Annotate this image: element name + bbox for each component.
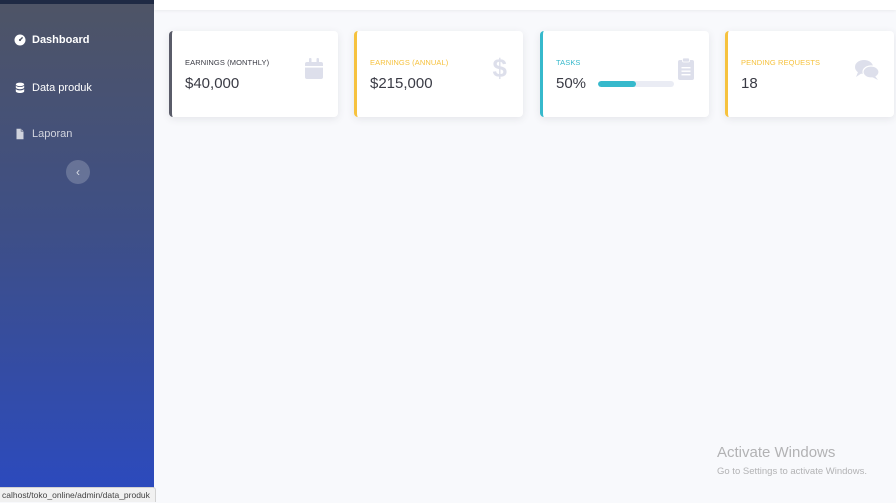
sidebar-toggle-button[interactable]: ‹: [66, 160, 90, 184]
clipboard-icon: [677, 57, 695, 86]
database-icon: [14, 82, 26, 94]
card-value: 50%: [556, 75, 587, 92]
card-value: $40,000: [185, 75, 240, 92]
tasks-progress-bar: [598, 81, 674, 87]
activate-windows-subtitle: Go to Settings to activate Windows.: [717, 466, 867, 477]
sidebar-item-label: Dashboard: [32, 34, 90, 46]
tasks-card: TASKS 50%: [540, 31, 709, 117]
sidebar-item-data-produk[interactable]: Data produk: [14, 82, 92, 94]
document-icon: [14, 128, 26, 140]
earnings-annual-card: EARNINGS (ANNUAL) $215,000 $: [354, 31, 523, 117]
calendar-icon: [304, 57, 324, 86]
card-value: 18: [741, 75, 758, 92]
activate-windows-title: Activate Windows: [717, 444, 836, 461]
progress-fill: [598, 81, 636, 87]
pending-requests-card: PENDING REQUESTS 18: [725, 31, 894, 117]
card-label: TASKS: [556, 58, 581, 67]
sidebar-item-label: Data produk: [32, 82, 92, 94]
sidebar: Dashboard Data produk Laporan ‹: [0, 0, 154, 502]
dashboard-icon: [14, 34, 26, 46]
earnings-monthly-card: EARNINGS (MONTHLY) $40,000: [169, 31, 338, 117]
card-value: $215,000: [370, 75, 433, 92]
card-label: EARNINGS (MONTHLY): [185, 58, 270, 67]
card-label: PENDING REQUESTS: [741, 58, 821, 67]
sidebar-item-laporan[interactable]: Laporan: [14, 128, 72, 140]
chevron-left-icon: ‹: [76, 165, 80, 179]
dollar-icon: $: [492, 53, 507, 83]
comments-icon: [854, 59, 880, 86]
topbar: [154, 0, 896, 10]
status-url: calhost/toko_online/admin/data_produk: [0, 487, 156, 502]
sidebar-item-label: Laporan: [32, 128, 73, 140]
sidebar-item-dashboard[interactable]: Dashboard: [14, 34, 89, 46]
card-label: EARNINGS (ANNUAL): [370, 58, 449, 67]
